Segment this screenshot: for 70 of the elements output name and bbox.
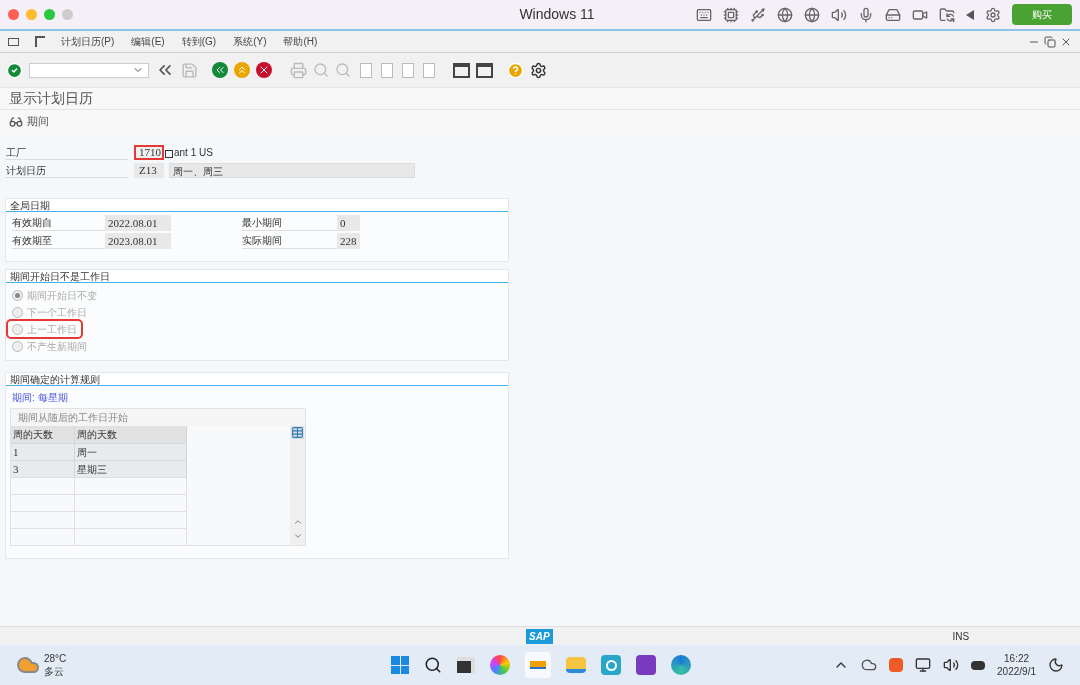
chip-icon[interactable] xyxy=(723,6,739,23)
window-control[interactable] xyxy=(8,9,19,20)
drive-icon[interactable] xyxy=(885,6,901,23)
input-method-icon[interactable] xyxy=(889,658,904,672)
check-icon[interactable] xyxy=(6,61,23,79)
group-title: 期间确定的计算规则 xyxy=(6,373,508,386)
table-cell: 星期三 xyxy=(75,461,187,477)
browser-icon[interactable] xyxy=(671,655,692,675)
app-icon[interactable] xyxy=(490,655,511,675)
temperature: 28°C xyxy=(44,652,67,665)
moon-icon[interactable] xyxy=(1048,657,1064,673)
glasses-icon[interactable] xyxy=(9,114,23,129)
table-cell: 3 xyxy=(11,461,75,477)
period-text: 期间: 每星期 xyxy=(11,391,69,405)
folder-icon[interactable] xyxy=(939,6,955,23)
search-icon[interactable] xyxy=(424,656,443,674)
layout-icon[interactable] xyxy=(35,36,45,47)
network-icon[interactable] xyxy=(915,657,932,673)
field-label: 工厂 xyxy=(5,145,128,160)
screen-title: 显示计划日历 xyxy=(9,89,93,108)
usb-icon[interactable] xyxy=(750,6,766,23)
square-icon xyxy=(165,150,173,158)
table-settings-icon[interactable] xyxy=(291,426,304,439)
speaker-icon[interactable] xyxy=(831,6,847,23)
task-view-icon[interactable] xyxy=(457,657,476,673)
restore-icon[interactable] xyxy=(1044,35,1056,48)
clock-time[interactable]: 16:22 xyxy=(1004,652,1030,665)
menu-item[interactable]: 系统(Y) xyxy=(233,34,267,49)
app-icon[interactable] xyxy=(525,652,552,678)
cloud-icon[interactable] xyxy=(861,657,878,673)
field-value[interactable]: 0 xyxy=(337,215,360,231)
sap-logo: SAP xyxy=(526,628,553,644)
field-label: 计划日历 xyxy=(5,163,128,178)
command-field[interactable] xyxy=(29,62,149,78)
back-icon[interactable] xyxy=(212,62,228,78)
field-value[interactable]: Z13 xyxy=(134,163,164,178)
group-title: 全局日期 xyxy=(6,199,508,212)
window-title: Windows 11 xyxy=(518,5,596,24)
menu-item[interactable]: 帮助(H) xyxy=(283,34,318,49)
menu-item[interactable]: 编辑(E) xyxy=(131,34,165,49)
microphone-icon[interactable] xyxy=(858,6,874,23)
insert-mode: INS xyxy=(952,629,970,644)
start-icon[interactable] xyxy=(391,656,410,674)
globe-icon[interactable] xyxy=(777,6,793,23)
clock-date[interactable]: 2022/9/1 xyxy=(997,665,1036,678)
app-icon[interactable] xyxy=(601,655,622,675)
field-description: 周一、周三 xyxy=(169,163,415,178)
table-title: 期间从随后的工作日开始 xyxy=(11,409,305,426)
settings-icon[interactable] xyxy=(985,6,1001,23)
keyboard-icon[interactable] xyxy=(696,6,712,23)
menu-icon[interactable] xyxy=(8,37,19,46)
field-value[interactable]: 2023.08.01 xyxy=(105,233,171,249)
field-value[interactable]: 228 xyxy=(337,233,360,249)
window-icon[interactable] xyxy=(453,62,470,78)
cancel-icon[interactable] xyxy=(256,62,272,78)
group-title: 期间开始日不是工作日 xyxy=(6,270,508,283)
triangle-icon[interactable] xyxy=(966,9,974,20)
menu-item[interactable]: 计划日历(P) xyxy=(61,34,115,49)
notebook-icon[interactable] xyxy=(636,655,657,675)
volume-icon[interactable] xyxy=(943,657,960,673)
settings-icon[interactable] xyxy=(530,61,547,79)
weather-text: 多云 xyxy=(44,665,65,678)
menu-item[interactable]: 转到(G) xyxy=(181,34,217,49)
window-icon[interactable] xyxy=(476,62,493,78)
period-button[interactable]: 期间 xyxy=(27,113,49,130)
field-value[interactable]: 1710 xyxy=(134,145,164,160)
globe-icon[interactable] xyxy=(804,6,820,23)
field-description: ant 1 US xyxy=(174,146,213,160)
field-value[interactable]: 2022.08.01 xyxy=(105,215,171,231)
folder-icon[interactable] xyxy=(566,657,587,673)
